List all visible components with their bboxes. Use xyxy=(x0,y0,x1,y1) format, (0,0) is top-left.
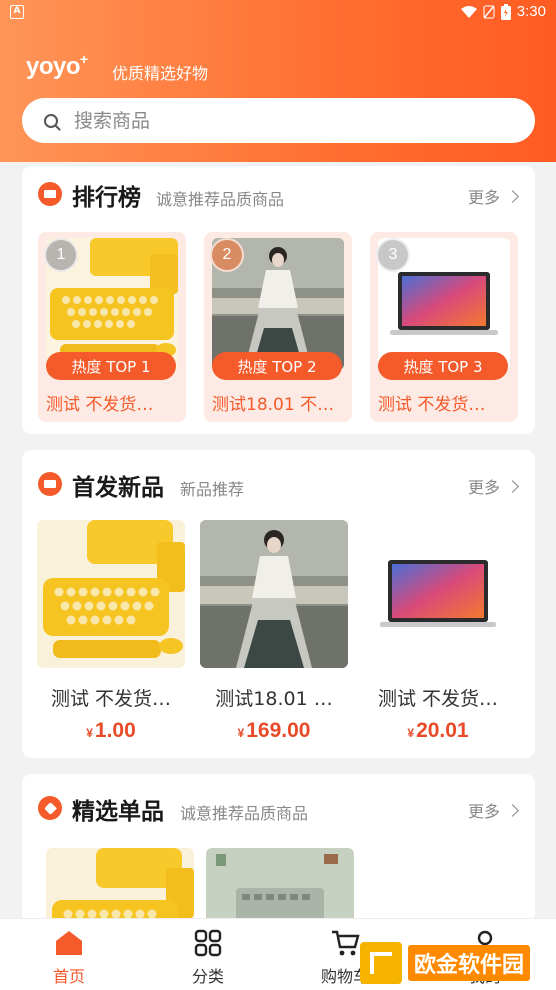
product-price: ¥20.01 xyxy=(407,719,469,742)
section-subtitle: 诚意推荐品质商品 xyxy=(156,190,285,209)
product-name: 测试 不发货… xyxy=(50,688,172,710)
ranking-item[interactable]: 2 热度 TOP 2 测试18.01 不… xyxy=(204,232,352,422)
ranking-icon xyxy=(38,182,62,206)
product-name: 测试18.01 … xyxy=(215,688,333,710)
section-title: 排行榜 xyxy=(72,185,141,211)
rank-badge: 热度 TOP 2 xyxy=(212,352,342,380)
ranking-section: 排行榜 诚意推荐品质商品 更多 1 热度 TOP 1 测试 不发货… 2 热度 … xyxy=(22,166,535,434)
ranking-item[interactable]: 1 热度 TOP 1 测试 不发货… xyxy=(38,232,186,422)
product-card[interactable]: 测试18.01 … ¥169.00 xyxy=(200,520,348,743)
battery-icon xyxy=(500,3,511,20)
slogan: 优质精选好物 xyxy=(112,64,209,83)
chevron-right-icon xyxy=(506,803,519,817)
section-subtitle: 新品推荐 xyxy=(180,480,245,499)
tab-label: 首页 xyxy=(52,967,85,986)
rank-medal: 3 xyxy=(376,238,410,272)
product-image xyxy=(37,520,185,668)
product-image[interactable] xyxy=(46,848,194,928)
ranking-more-link[interactable]: 更多 xyxy=(468,184,519,208)
wifi-icon xyxy=(460,5,477,18)
new-arrivals-icon xyxy=(38,472,62,496)
status-right: 3:30 xyxy=(460,3,546,20)
status-bar: A 3:30 xyxy=(0,0,556,26)
watermark-logo-icon xyxy=(360,942,402,984)
rank-medal: 2 xyxy=(210,238,244,272)
brand-logo: yoyo+ xyxy=(26,51,88,80)
rank-badge: 热度 TOP 3 xyxy=(378,352,508,380)
new-arrivals-section: 首发新品 新品推荐 更多 测试 不发货… ¥1.00 测试18.01 … ¥16… xyxy=(22,450,535,758)
section-title: 精选单品 xyxy=(72,799,164,825)
chevron-right-icon xyxy=(506,189,519,203)
rank-badge: 热度 TOP 1 xyxy=(46,352,176,380)
watermark-text: 欧金软件园 xyxy=(408,945,531,981)
product-card[interactable]: 测试 不发货… ¥20.01 xyxy=(364,520,512,743)
chevron-right-icon xyxy=(506,479,519,493)
search-icon xyxy=(44,113,58,128)
tab-home[interactable]: 首页 xyxy=(24,927,114,987)
grid-icon xyxy=(194,929,222,957)
search-bar[interactable] xyxy=(22,98,535,143)
product-price: ¥169.00 xyxy=(237,719,311,742)
picks-more-link[interactable]: 更多 xyxy=(468,798,519,822)
search-input[interactable] xyxy=(74,109,454,132)
section-title: 首发新品 xyxy=(72,475,164,501)
product-image[interactable] xyxy=(206,848,354,928)
rank-medal: 1 xyxy=(44,238,78,272)
signal-off-icon xyxy=(483,4,495,19)
home-icon xyxy=(56,931,82,955)
picks-section: 精选单品 诚意推荐品质商品 更多 xyxy=(22,774,535,928)
tab-label: 分类 xyxy=(191,967,224,986)
new-arrivals-more-link[interactable]: 更多 xyxy=(468,474,519,498)
header: A 3:30 yoyo+ 优质精选好物 xyxy=(0,0,556,162)
ranking-item[interactable]: 3 热度 TOP 3 测试 不发货… xyxy=(370,232,518,422)
status-time: 3:30 xyxy=(516,3,546,20)
product-image xyxy=(200,520,348,668)
tag-icon xyxy=(38,796,62,820)
cart-icon xyxy=(332,930,360,956)
product-price: ¥1.00 xyxy=(86,719,136,742)
product-name: 测试18.01 不… xyxy=(212,395,335,415)
product-card[interactable]: 测试 不发货… ¥1.00 xyxy=(37,520,185,743)
product-name: 测试 不发货… xyxy=(378,395,486,415)
section-subtitle: 诚意推荐品质商品 xyxy=(180,804,309,823)
product-name: 测试 不发货… xyxy=(377,688,499,710)
tab-category[interactable]: 分类 xyxy=(163,927,253,987)
product-name: 测试 不发货… xyxy=(46,395,154,415)
product-image xyxy=(364,520,512,668)
watermark: 欧金软件园 xyxy=(360,942,550,984)
app-notification-icon: A xyxy=(10,5,24,19)
